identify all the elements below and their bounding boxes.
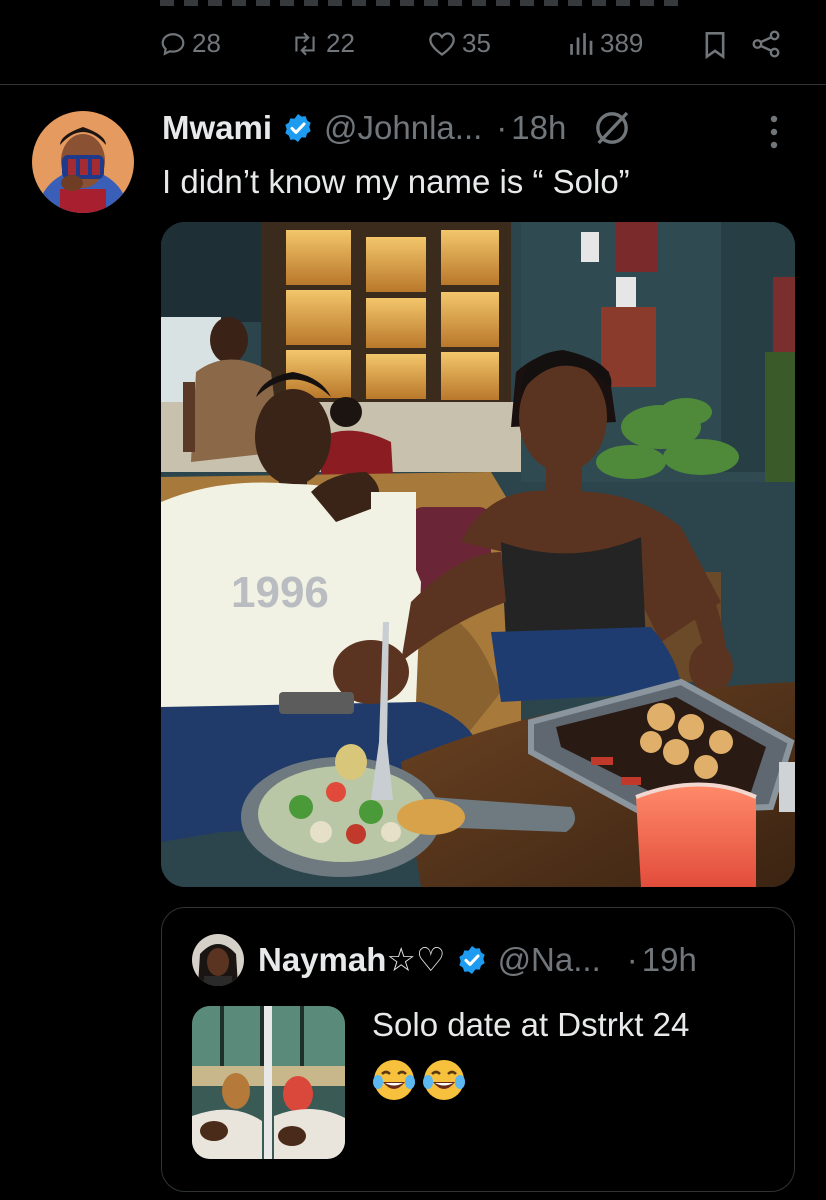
author-name[interactable]: Mwami [162, 109, 272, 147]
like-button[interactable]: 35 [428, 28, 491, 59]
tweet-text: I didn’t know my name is “ Solo” [162, 163, 630, 200]
quoted-tweet-thumbnail [192, 1006, 345, 1159]
tweet-photo[interactable]: 1996 [161, 222, 795, 887]
reply-icon [161, 32, 185, 56]
heart-icon [429, 31, 455, 56]
repost-count: 22 [326, 28, 355, 58]
bookmark-button[interactable] [703, 31, 727, 64]
grok-icon[interactable] [592, 108, 632, 148]
laughing-emoji-group [372, 1058, 466, 1102]
quoted-avatar-image [192, 934, 244, 986]
tweet-timestamp[interactable]: 18h [511, 109, 566, 147]
more-options-button[interactable] [764, 113, 784, 158]
quoted-tweet-timestamp: 19h [641, 940, 697, 978]
laughing-emoji-icon [373, 1060, 415, 1100]
quoted-header-separator: · [626, 940, 638, 978]
more-vertical-icon [770, 115, 778, 149]
reply-button[interactable]: 28 [160, 28, 221, 59]
restaurant-photo: 1996 [161, 222, 795, 887]
views-button[interactable]: 389 [568, 28, 643, 59]
share-button[interactable] [751, 30, 781, 63]
author-avatar[interactable] [32, 111, 134, 213]
shirt-print-text: 1996 [231, 568, 329, 617]
quoted-author-handle: @Na... [497, 940, 601, 978]
previous-tweet-text-fragment [160, 0, 680, 6]
repost-icon [295, 32, 315, 55]
reply-count: 28 [192, 28, 221, 58]
laughing-emoji-icon [423, 1060, 465, 1100]
like-count: 35 [462, 28, 491, 58]
quoted-tweet-text: Solo date at Dstrkt 24 [372, 1006, 690, 1043]
quoted-author-avatar [192, 934, 244, 986]
quoted-photo-image [192, 1006, 345, 1159]
header-separator: · [496, 109, 508, 146]
views-icon [570, 32, 593, 55]
views-count: 389 [600, 28, 644, 58]
tweet-header: Mwami @Johnla... · 18h [162, 108, 632, 148]
verified-badge-icon [458, 945, 485, 974]
author-handle[interactable]: @Johnla... [324, 109, 482, 147]
tweet-divider [0, 84, 826, 85]
quoted-author-name: Naymah☆♡ [258, 941, 446, 978]
avatar-image [32, 111, 134, 213]
repost-button[interactable]: 22 [290, 28, 355, 59]
verified-badge-icon [285, 114, 311, 142]
quoted-tweet-header: Naymah☆♡ @Na... · 19h [258, 940, 697, 979]
share-icon [752, 30, 780, 58]
bookmark-icon [705, 32, 725, 60]
